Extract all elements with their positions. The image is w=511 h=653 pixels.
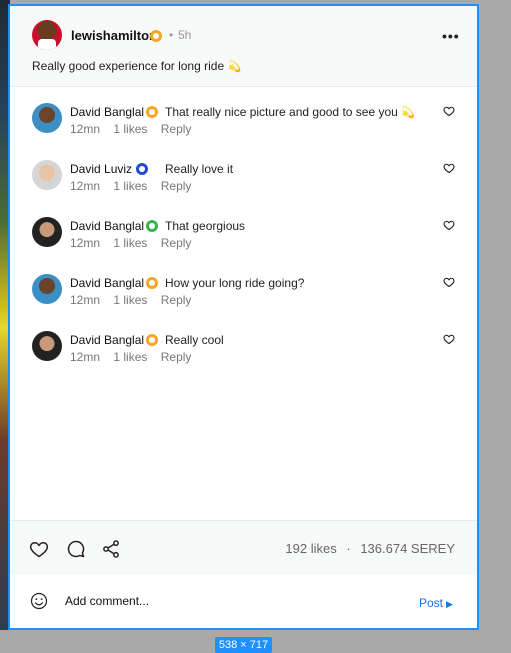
commenter-name[interactable]: David Banglal (70, 219, 144, 233)
verified-badge-icon (150, 30, 162, 42)
comment-item: David Banglal How your long ride going? … (10, 274, 477, 314)
stats-separator: · (346, 541, 351, 556)
post-arrow-icon: ▶ (446, 599, 453, 609)
heart-icon[interactable] (443, 105, 455, 117)
comment-meta: 12mn 1 likes Reply (70, 293, 201, 307)
heart-icon[interactable] (443, 162, 455, 174)
caption-text: Really good experience for long ride (32, 59, 225, 73)
reply-link[interactable]: Reply (161, 122, 192, 136)
comment-time: 12mn (70, 350, 101, 364)
comment-text: Really love it (165, 162, 234, 176)
comment-time: 12mn (70, 293, 101, 307)
comment-likes[interactable]: 1 likes (113, 350, 147, 364)
verified-badge-icon (146, 334, 158, 346)
comment-time: 12mn (70, 122, 101, 136)
comment-likes[interactable]: 1 likes (113, 122, 147, 136)
comment-meta: 12mn 1 likes Reply (70, 122, 201, 136)
verified-badge-icon (146, 277, 158, 289)
serey-count: 136.674 SEREY (360, 541, 455, 556)
comment-likes[interactable]: 1 likes (113, 236, 147, 250)
post-stats: 192 likes · 136.674 SEREY (285, 541, 455, 556)
verified-badge-icon (146, 106, 158, 118)
author-name[interactable]: lewishamilton (71, 28, 157, 43)
avatar[interactable] (32, 217, 62, 247)
comment-item: David Banglal That really nice picture a… (10, 103, 477, 143)
time-separator: • (169, 28, 174, 42)
comment-meta: 12mn 1 likes Reply (70, 350, 201, 364)
comments-panel: lewishamilton • 5h ••• Really good exper… (8, 4, 479, 630)
post-header: lewishamilton • 5h ••• Really good exper… (10, 6, 477, 87)
comment-composer: Add comment... Post ▶ (10, 575, 477, 628)
post-actions-bar: 192 likes · 136.674 SEREY (10, 520, 477, 576)
comment-text: Really cool (165, 333, 224, 347)
avatar[interactable] (32, 160, 62, 190)
comment-likes[interactable]: 1 likes (113, 179, 147, 193)
comment-text: How your long ride going? (165, 276, 305, 290)
post-label: Post (419, 596, 444, 610)
comment-text-body: That really nice picture and good to see… (165, 105, 398, 119)
comment-list: David Banglal That really nice picture a… (10, 87, 477, 520)
heart-icon[interactable] (443, 276, 455, 288)
comment-item: David Luviz Really love it 12mn 1 likes … (10, 160, 477, 200)
likes-count[interactable]: 192 likes (285, 541, 336, 556)
heart-icon[interactable] (443, 333, 455, 345)
comment-emoji: 💫 (401, 107, 415, 119)
post-caption: Really good experience for long ride 💫 (32, 59, 241, 73)
comment-input[interactable]: Add comment... (65, 594, 149, 608)
avatar[interactable] (32, 103, 62, 133)
comment-text: That georgious (165, 219, 246, 233)
comment-time: 12mn (70, 179, 101, 193)
verified-badge-icon (146, 220, 158, 232)
comment-text: That really nice picture and good to see… (165, 105, 415, 119)
dimension-label: 538 × 717 (215, 637, 272, 653)
heart-icon[interactable] (29, 539, 49, 559)
comment-meta: 12mn 1 likes Reply (70, 179, 201, 193)
smile-icon[interactable] (30, 592, 48, 610)
post-button[interactable]: Post ▶ (419, 596, 453, 610)
commenter-name[interactable]: David Banglal (70, 105, 144, 119)
author-avatar[interactable] (32, 20, 62, 50)
avatar[interactable] (32, 274, 62, 304)
verified-badge-icon (136, 163, 148, 175)
heart-icon[interactable] (443, 219, 455, 231)
commenter-name[interactable]: David Luviz (70, 162, 132, 176)
avatar[interactable] (32, 331, 62, 361)
share-icon[interactable] (101, 539, 121, 559)
more-options-icon[interactable]: ••• (442, 28, 460, 44)
caption-emoji: 💫 (227, 61, 242, 73)
reply-link[interactable]: Reply (161, 350, 192, 364)
comment-likes[interactable]: 1 likes (113, 293, 147, 307)
reply-link[interactable]: Reply (161, 236, 192, 250)
comment-time: 12mn (70, 236, 101, 250)
commenter-name[interactable]: David Banglal (70, 276, 144, 290)
comment-icon[interactable] (66, 539, 86, 559)
post-time: 5h (178, 28, 192, 42)
commenter-name[interactable]: David Banglal (70, 333, 144, 347)
reply-link[interactable]: Reply (161, 179, 192, 193)
comment-item: David Banglal That georgious 12mn 1 like… (10, 217, 477, 257)
comment-item: David Banglal Really cool 12mn 1 likes R… (10, 331, 477, 371)
reply-link[interactable]: Reply (161, 293, 192, 307)
comment-meta: 12mn 1 likes Reply (70, 236, 201, 250)
